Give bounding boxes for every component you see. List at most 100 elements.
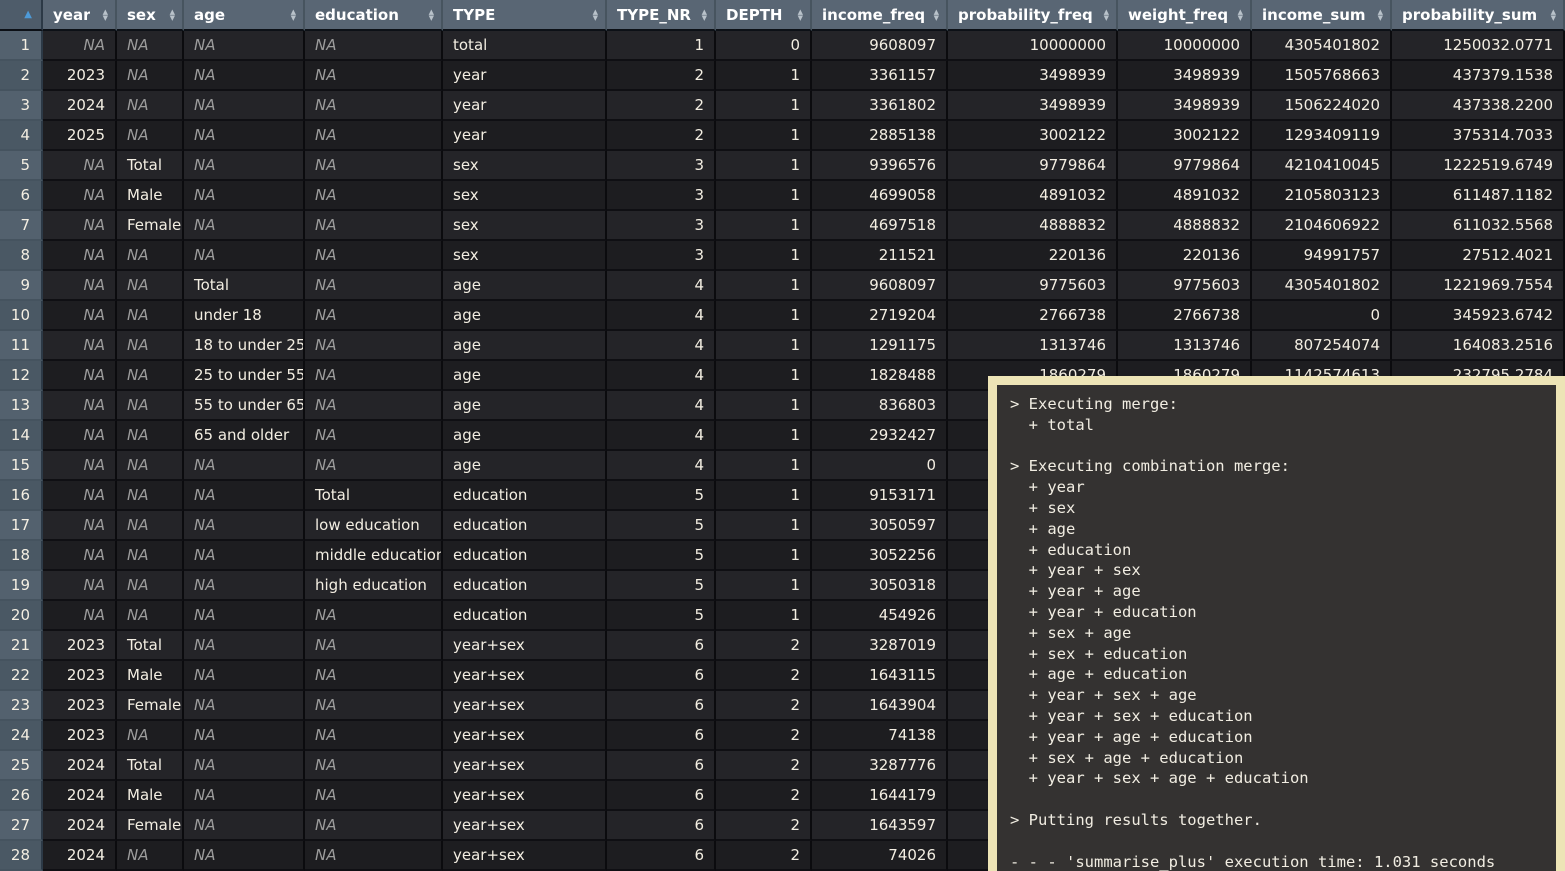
cell-TYPE: total: [443, 31, 607, 61]
sort-arrows-icon: ▲▼: [1378, 9, 1383, 21]
cell-income_freq: 9153171: [812, 481, 948, 511]
column-header-age[interactable]: age▲▼: [184, 0, 305, 31]
cell-age: 65 and older: [184, 421, 305, 451]
cell-TYPE_NR: 6: [607, 721, 716, 751]
cell-DEPTH: 2: [716, 661, 812, 691]
row-number-header[interactable]: ▲: [0, 0, 43, 31]
row-number: 23: [0, 691, 43, 721]
cell-weight_freq: 9779864: [1118, 151, 1252, 181]
cell-DEPTH: 1: [716, 181, 812, 211]
row-number: 27: [0, 811, 43, 841]
cell-age: NA: [184, 811, 305, 841]
cell-TYPE_NR: 4: [607, 391, 716, 421]
cell-age: NA: [184, 661, 305, 691]
cell-TYPE_NR: 4: [607, 331, 716, 361]
sort-arrows-icon: ▲▼: [1104, 9, 1109, 21]
cell-sex: NA: [117, 31, 184, 61]
cell-income_freq: 0: [812, 451, 948, 481]
cell-sex: Total: [117, 751, 184, 781]
cell-TYPE: education: [443, 481, 607, 511]
cell-probability_freq: 4888832: [948, 211, 1118, 241]
column-header-probability_freq[interactable]: probability_freq▲▼: [948, 0, 1118, 31]
cell-income_freq: 74026: [812, 841, 948, 871]
cell-education: NA: [305, 211, 443, 241]
cell-DEPTH: 2: [716, 691, 812, 721]
column-header-income_sum[interactable]: income_sum ▲▼: [1252, 0, 1392, 31]
row-number: 3: [0, 91, 43, 121]
cell-age: NA: [184, 31, 305, 61]
cell-education: NA: [305, 271, 443, 301]
cell-TYPE: education: [443, 511, 607, 541]
cell-year: NA: [43, 421, 117, 451]
cell-education: NA: [305, 781, 443, 811]
cell-TYPE: age: [443, 451, 607, 481]
cell-TYPE: year: [443, 121, 607, 151]
cell-sex: NA: [117, 61, 184, 91]
cell-probability_sum: 1250032.0771: [1392, 31, 1565, 61]
row-number: 13: [0, 391, 43, 421]
cell-income_freq: 9396576: [812, 151, 948, 181]
cell-education: NA: [305, 31, 443, 61]
column-header-education[interactable]: education▲▼: [305, 0, 443, 31]
cell-TYPE_NR: 5: [607, 571, 716, 601]
row-number: 25: [0, 751, 43, 781]
cell-year: NA: [43, 181, 117, 211]
cell-income_sum: 4305401802: [1252, 271, 1392, 301]
cell-age: under 18: [184, 301, 305, 331]
cell-age: NA: [184, 721, 305, 751]
cell-income_freq: 3361157: [812, 61, 948, 91]
cell-DEPTH: 1: [716, 361, 812, 391]
column-label: education: [315, 6, 399, 24]
column-label: TYPE: [453, 6, 495, 24]
cell-income_sum: 0: [1252, 301, 1392, 331]
column-header-probability_sum[interactable]: probability_sum▲▼: [1392, 0, 1565, 31]
cell-income_freq: 3287019: [812, 631, 948, 661]
cell-education: NA: [305, 241, 443, 271]
cell-DEPTH: 1: [716, 481, 812, 511]
cell-age: NA: [184, 481, 305, 511]
column-label: income_sum: [1262, 6, 1366, 24]
column-label: age: [194, 6, 225, 24]
cell-year: NA: [43, 361, 117, 391]
column-header-sex[interactable]: sex▲▼: [117, 0, 184, 31]
console-overlay: > Executing merge: + total > Executing c…: [988, 376, 1565, 871]
cell-weight_freq: 4888832: [1118, 211, 1252, 241]
cell-age: NA: [184, 781, 305, 811]
cell-year: NA: [43, 391, 117, 421]
cell-TYPE: year: [443, 91, 607, 121]
cell-year: NA: [43, 571, 117, 601]
cell-DEPTH: 1: [716, 331, 812, 361]
sort-arrows-icon: ▲▼: [798, 9, 803, 21]
column-header-DEPTH[interactable]: DEPTH▲▼: [716, 0, 812, 31]
cell-probability_freq: 10000000: [948, 31, 1118, 61]
column-header-weight_freq[interactable]: weight_freq▲▼: [1118, 0, 1252, 31]
cell-TYPE: education: [443, 541, 607, 571]
row-number: 11: [0, 331, 43, 361]
cell-TYPE: year+sex: [443, 721, 607, 751]
cell-DEPTH: 1: [716, 241, 812, 271]
column-header-TYPE_NR[interactable]: TYPE_NR▲▼: [607, 0, 716, 31]
cell-TYPE_NR: 2: [607, 61, 716, 91]
cell-TYPE_NR: 4: [607, 421, 716, 451]
column-header-income_freq[interactable]: income_freq▲▼: [812, 0, 948, 31]
sort-arrows-icon: ▲▼: [170, 9, 175, 21]
cell-age: NA: [184, 151, 305, 181]
cell-sex: Female: [117, 211, 184, 241]
cell-sex: NA: [117, 421, 184, 451]
column-header-TYPE[interactable]: TYPE▲▼: [443, 0, 607, 31]
cell-sex: Total: [117, 631, 184, 661]
column-header-year[interactable]: year▲▼: [43, 0, 117, 31]
cell-year: 2024: [43, 751, 117, 781]
cell-DEPTH: 1: [716, 271, 812, 301]
cell-weight_freq: 3498939: [1118, 61, 1252, 91]
cell-year: NA: [43, 241, 117, 271]
row-number: 19: [0, 571, 43, 601]
cell-DEPTH: 1: [716, 571, 812, 601]
cell-education: NA: [305, 61, 443, 91]
column-label: TYPE_NR: [617, 6, 691, 24]
cell-year: NA: [43, 451, 117, 481]
cell-education: NA: [305, 421, 443, 451]
cell-TYPE: education: [443, 571, 607, 601]
cell-TYPE_NR: 4: [607, 271, 716, 301]
cell-year: 2024: [43, 91, 117, 121]
